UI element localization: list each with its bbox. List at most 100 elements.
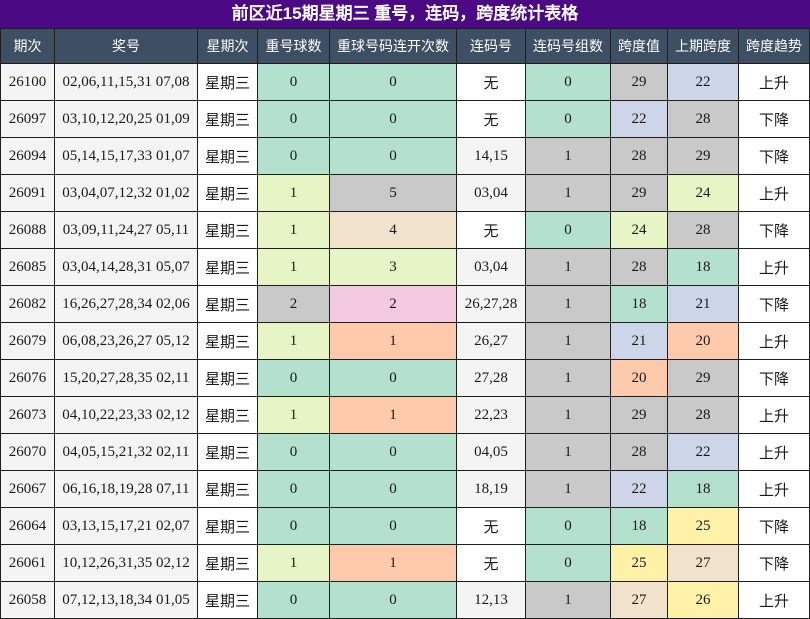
cell-consecutive-groups: 0 <box>526 545 611 582</box>
cell-weekday: 星期三 <box>198 360 258 397</box>
cell-repeat-streak: 0 <box>330 434 457 471</box>
table-row: 26064 03,13,15,17,21 02,07 星期三 0 0 无 0 18 25 下降 <box>0 508 810 545</box>
cell-numbers: 10,12,26,31,35 02,12 <box>55 545 198 582</box>
cell-trend: 下降 <box>739 101 810 138</box>
cell-repeat-count: 0 <box>258 360 330 397</box>
cell-consecutive-groups: 1 <box>526 582 611 619</box>
cell-numbers: 03,09,11,24,27 05,11 <box>55 212 198 249</box>
cell-consecutive-groups: 1 <box>526 323 611 360</box>
cell-numbers: 07,12,13,18,34 01,05 <box>55 582 198 619</box>
cell-trend: 上升 <box>739 249 810 286</box>
cell-span: 18 <box>611 508 668 545</box>
cell-weekday: 星期三 <box>198 101 258 138</box>
cell-weekday: 星期三 <box>198 175 258 212</box>
cell-numbers: 02,06,11,15,31 07,08 <box>55 64 198 101</box>
cell-repeat-count: 0 <box>258 138 330 175</box>
cell-issue: 26088 <box>0 212 55 249</box>
cell-consecutive: 12,13 <box>457 582 526 619</box>
table-title: 前区近15期星期三 重号，连码，跨度统计表格 <box>0 0 810 28</box>
cell-consecutive-groups: 1 <box>526 286 611 323</box>
cell-repeat-streak: 0 <box>330 138 457 175</box>
cell-prev-span: 25 <box>668 508 739 545</box>
cell-repeat-streak: 0 <box>330 471 457 508</box>
cell-consecutive-groups: 0 <box>526 64 611 101</box>
cell-prev-span: 27 <box>668 545 739 582</box>
cell-repeat-streak: 1 <box>330 545 457 582</box>
cell-repeat-streak: 0 <box>330 508 457 545</box>
table-row: 26073 04,10,22,23,33 02,12 星期三 1 1 22,23 1 29 28… <box>0 397 810 434</box>
column-header-numbers: 奖号 <box>55 28 198 64</box>
cell-issue: 26100 <box>0 64 55 101</box>
cell-prev-span: 29 <box>668 138 739 175</box>
table-row: 26085 03,04,14,28,31 05,07 星期三 1 3 03,04 1 28 18… <box>0 249 810 286</box>
cell-consecutive: 无 <box>457 508 526 545</box>
cell-trend: 下降 <box>739 286 810 323</box>
table-header: 期次 奖号 星期次 重号球数 重球号码连开次数 连码号 连码号组数 跨度值 上期跨度 跨度趋势 <box>0 28 810 64</box>
table-row: 26076 15,20,27,28,35 02,11 星期三 0 0 27,28 1 20 29… <box>0 360 810 397</box>
cell-repeat-streak: 0 <box>330 360 457 397</box>
cell-span: 24 <box>611 212 668 249</box>
cell-trend: 下降 <box>739 360 810 397</box>
cell-span: 29 <box>611 175 668 212</box>
cell-repeat-streak: 2 <box>330 286 457 323</box>
cell-numbers: 06,16,18,19,28 07,11 <box>55 471 198 508</box>
cell-trend: 上升 <box>739 397 810 434</box>
cell-consecutive: 无 <box>457 212 526 249</box>
cell-consecutive-groups: 0 <box>526 212 611 249</box>
table-row: 26091 03,04,07,12,32 01,02 星期三 1 5 03,04 1 29 24… <box>0 175 810 212</box>
cell-prev-span: 24 <box>668 175 739 212</box>
cell-issue: 26064 <box>0 508 55 545</box>
column-header-issue: 期次 <box>0 28 55 64</box>
cell-prev-span: 26 <box>668 582 739 619</box>
cell-numbers: 05,14,15,17,33 01,07 <box>55 138 198 175</box>
column-header-prev-span: 上期跨度 <box>668 28 739 64</box>
column-header-consecutive-groups: 连码号组数 <box>526 28 611 64</box>
cell-issue: 26076 <box>0 360 55 397</box>
cell-consecutive-groups: 1 <box>526 175 611 212</box>
cell-repeat-count: 0 <box>258 508 330 545</box>
cell-consecutive-groups: 1 <box>526 471 611 508</box>
cell-weekday: 星期三 <box>198 508 258 545</box>
cell-weekday: 星期三 <box>198 323 258 360</box>
cell-span: 28 <box>611 249 668 286</box>
cell-weekday: 星期三 <box>198 286 258 323</box>
cell-consecutive: 无 <box>457 545 526 582</box>
cell-prev-span: 28 <box>668 212 739 249</box>
cell-repeat-count: 0 <box>258 101 330 138</box>
column-header-consecutive: 连码号 <box>457 28 526 64</box>
cell-prev-span: 22 <box>668 434 739 471</box>
cell-consecutive-groups: 1 <box>526 138 611 175</box>
table-body: 26100 02,06,11,15,31 07,08 星期三 0 0 无 0 29 22 上升 26… <box>0 64 810 619</box>
cell-trend: 上升 <box>739 471 810 508</box>
cell-issue: 26070 <box>0 434 55 471</box>
cell-issue: 26085 <box>0 249 55 286</box>
cell-issue: 26097 <box>0 101 55 138</box>
cell-weekday: 星期三 <box>198 582 258 619</box>
cell-consecutive-groups: 1 <box>526 360 611 397</box>
table-row: 26061 10,12,26,31,35 02,12 星期三 1 1 无 0 25 27 下降 <box>0 545 810 582</box>
cell-span: 28 <box>611 138 668 175</box>
cell-weekday: 星期三 <box>198 434 258 471</box>
table-row: 26070 04,05,15,21,32 02,11 星期三 0 0 04,05 1 28 22… <box>0 434 810 471</box>
cell-prev-span: 18 <box>668 471 739 508</box>
table-row: 26100 02,06,11,15,31 07,08 星期三 0 0 无 0 29 22 上升 <box>0 64 810 101</box>
cell-issue: 26091 <box>0 175 55 212</box>
cell-numbers: 03,10,12,20,25 01,09 <box>55 101 198 138</box>
cell-repeat-count: 1 <box>258 175 330 212</box>
cell-span: 20 <box>611 360 668 397</box>
cell-consecutive: 18,19 <box>457 471 526 508</box>
cell-issue: 26058 <box>0 582 55 619</box>
cell-repeat-count: 1 <box>258 212 330 249</box>
cell-span: 28 <box>611 434 668 471</box>
cell-weekday: 星期三 <box>198 212 258 249</box>
table-row: 26088 03,09,11,24,27 05,11 星期三 1 4 无 0 24 28 下降 <box>0 212 810 249</box>
cell-prev-span: 21 <box>668 286 739 323</box>
cell-span: 29 <box>611 64 668 101</box>
cell-repeat-streak: 1 <box>330 323 457 360</box>
cell-consecutive-groups: 0 <box>526 508 611 545</box>
cell-repeat-count: 0 <box>258 582 330 619</box>
cell-prev-span: 20 <box>668 323 739 360</box>
cell-consecutive: 03,04 <box>457 249 526 286</box>
cell-trend: 上升 <box>739 64 810 101</box>
cell-repeat-streak: 3 <box>330 249 457 286</box>
